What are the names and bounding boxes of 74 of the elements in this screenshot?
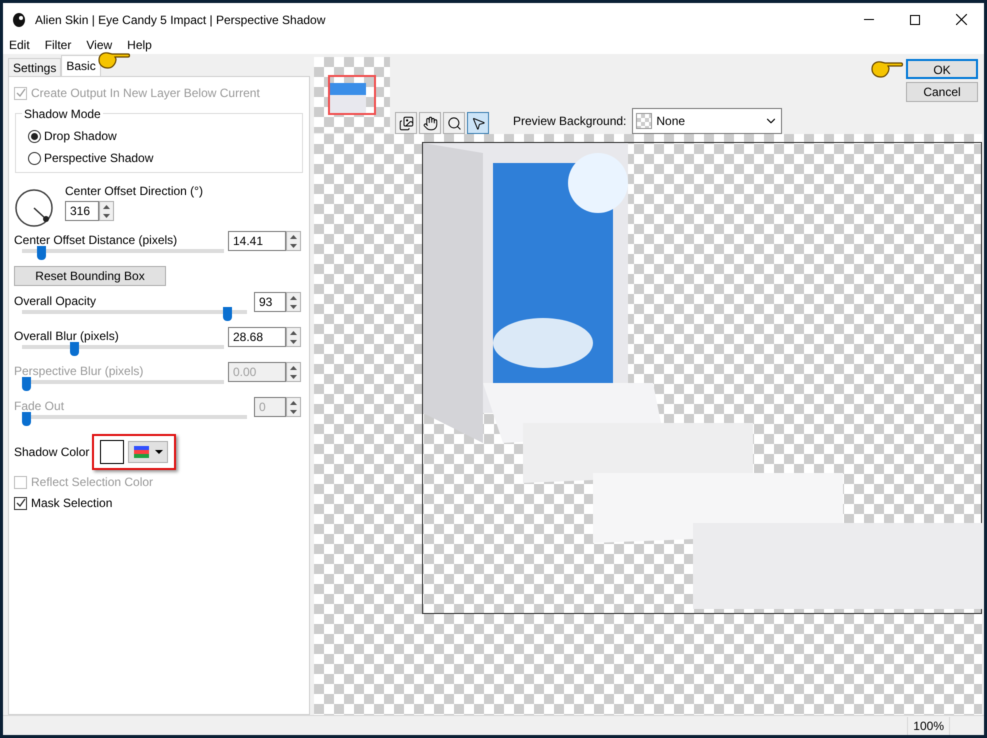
checker-swatch bbox=[636, 113, 652, 129]
palette-dropdown[interactable] bbox=[128, 441, 168, 463]
up-arrow-icon bbox=[290, 366, 297, 370]
spin-buttons[interactable] bbox=[286, 362, 301, 382]
preview-background-dropdown[interactable]: None bbox=[632, 108, 782, 134]
down-arrow-icon bbox=[290, 410, 297, 414]
checkbox-label: Mask Selection bbox=[31, 495, 112, 512]
app-icon bbox=[11, 12, 27, 28]
up-arrow-icon bbox=[290, 330, 297, 334]
slider-label: Center Offset Distance (pixels) bbox=[14, 232, 178, 249]
down-arrow-icon bbox=[103, 214, 110, 218]
pictures-icon bbox=[398, 116, 414, 130]
thumbnail-image bbox=[330, 83, 366, 113]
window-title: Alien Skin | Eye Candy 5 Impact | Perspective Shadow bbox=[35, 12, 326, 28]
pointing-hand-icon bbox=[96, 50, 131, 70]
number-field[interactable]: 14.41 bbox=[228, 231, 286, 251]
preview-background-label: Preview Background: bbox=[513, 113, 626, 130]
slider-thumb[interactable] bbox=[70, 342, 80, 356]
checkbox-label: Reflect Selection Color bbox=[31, 474, 154, 491]
shadow-color-label: Shadow Color bbox=[14, 444, 90, 461]
search-icon bbox=[446, 116, 462, 130]
radio-label: Perspective Shadow bbox=[44, 150, 154, 167]
number-field[interactable]: 93 bbox=[254, 292, 286, 312]
direction-dial[interactable] bbox=[14, 188, 54, 228]
radio-button[interactable] bbox=[28, 152, 41, 164]
number-field[interactable]: 316 bbox=[65, 201, 99, 221]
number-field[interactable]: 28.68 bbox=[228, 327, 286, 347]
menu-item[interactable]: Help bbox=[127, 36, 152, 54]
menu-item[interactable]: Filter bbox=[44, 36, 72, 54]
down-arrow-icon bbox=[290, 340, 297, 344]
spin-buttons[interactable] bbox=[286, 292, 301, 312]
up-arrow-icon bbox=[290, 296, 297, 300]
dial-label: Center Offset Direction (°) bbox=[65, 183, 203, 200]
tab[interactable]: Basic bbox=[61, 55, 101, 76]
down-arrow-icon bbox=[290, 244, 297, 248]
checkbox-label: Create Output In New Layer Below Current bbox=[31, 85, 260, 102]
palette-icon bbox=[134, 446, 150, 458]
tool-button[interactable] bbox=[395, 112, 417, 134]
menu-item[interactable]: Edit bbox=[9, 36, 30, 54]
slider-label: Overall Blur (pixels) bbox=[14, 328, 119, 345]
dialog-button[interactable]: Cancel bbox=[906, 82, 978, 102]
tool-button[interactable] bbox=[467, 112, 489, 134]
spin-buttons[interactable] bbox=[286, 327, 301, 347]
spin-buttons[interactable] bbox=[286, 397, 301, 417]
caret-icon bbox=[154, 450, 163, 454]
hand-icon bbox=[422, 116, 438, 130]
pointing-hand-icon bbox=[870, 59, 904, 79]
color-swatch[interactable] bbox=[100, 440, 124, 464]
close-icon[interactable] bbox=[956, 14, 966, 25]
tool-button[interactable] bbox=[419, 112, 441, 134]
pointer-icon bbox=[470, 116, 486, 130]
dropdown-value: None bbox=[656, 113, 686, 130]
tool-button[interactable] bbox=[443, 112, 465, 134]
checkbox[interactable] bbox=[14, 496, 27, 510]
slider-label: Overall Opacity bbox=[14, 293, 96, 310]
slider-thumb[interactable] bbox=[37, 246, 46, 260]
zoom-level: 100% bbox=[907, 716, 950, 734]
up-arrow-icon bbox=[290, 234, 297, 238]
up-arrow-icon bbox=[290, 400, 297, 404]
down-arrow-icon bbox=[290, 304, 297, 308]
down-arrow-icon bbox=[290, 374, 297, 378]
reset-button[interactable]: Reset Bounding Box bbox=[14, 266, 166, 286]
radio-label: Drop Shadow bbox=[44, 128, 117, 145]
slider-label: Perspective Blur (pixels) bbox=[14, 363, 144, 380]
radio-button[interactable] bbox=[28, 130, 41, 142]
slider-label: Fade Out bbox=[14, 398, 64, 415]
dialog-button[interactable]: OK bbox=[906, 59, 978, 79]
maximize-icon[interactable] bbox=[910, 14, 920, 24]
up-arrow-icon bbox=[103, 204, 110, 208]
spin-buttons[interactable] bbox=[99, 201, 114, 221]
slider-thumb[interactable] bbox=[222, 307, 232, 321]
menu-item[interactable]: View bbox=[86, 36, 112, 54]
tab[interactable]: Settings bbox=[8, 58, 62, 76]
spin-buttons[interactable] bbox=[286, 231, 301, 251]
